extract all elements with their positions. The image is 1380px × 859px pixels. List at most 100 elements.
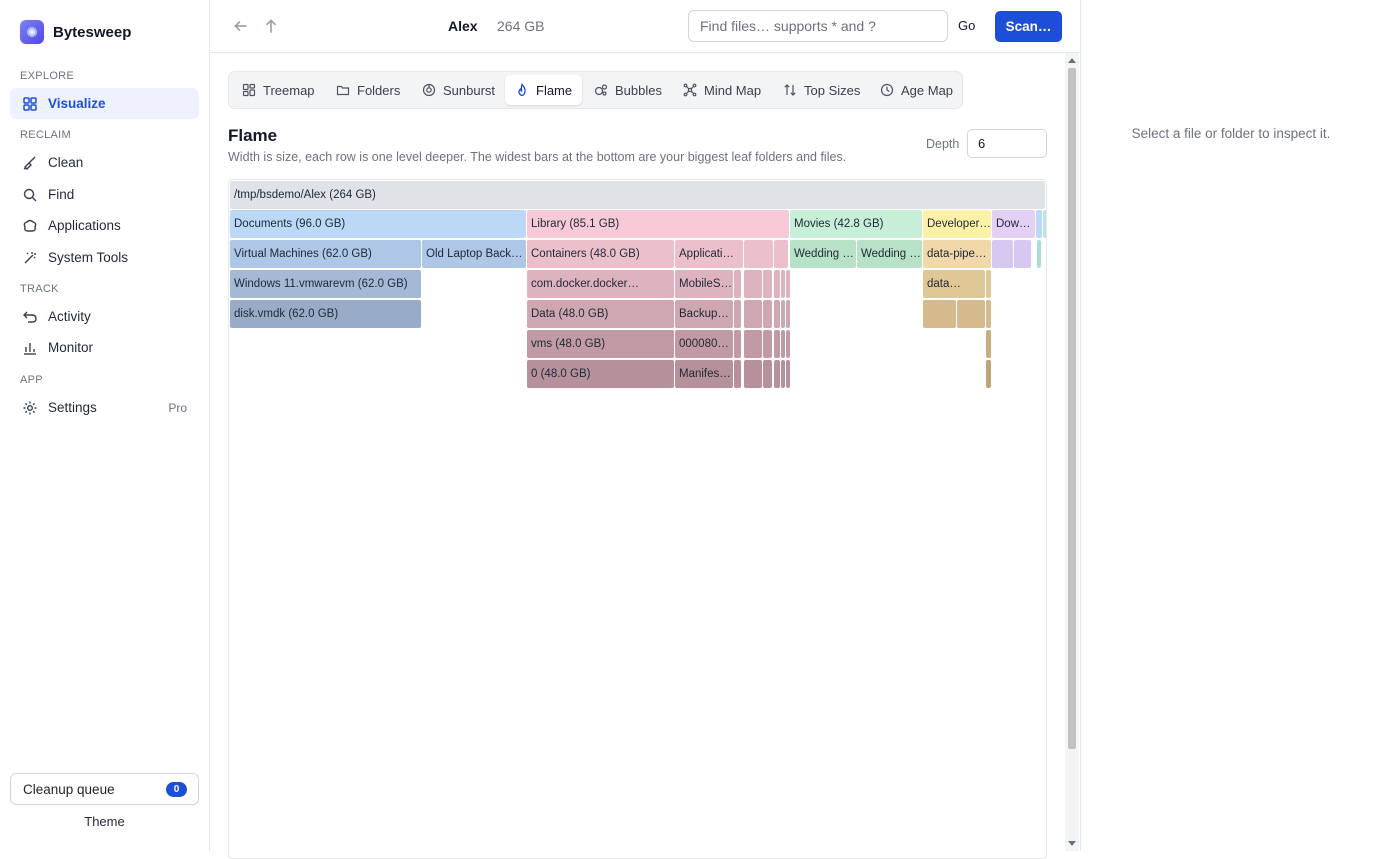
sidebar-item-label: Find — [48, 187, 75, 202]
tab-age-map[interactable]: Age Map — [870, 75, 963, 105]
tab-treemap[interactable]: Treemap — [232, 75, 325, 105]
flame-bar-small[interactable] — [1014, 240, 1031, 268]
flame-bar-data[interactable]: data… — [923, 270, 985, 298]
flame-bar-backup[interactable]: Backup… — [675, 300, 733, 328]
bubbles-icon — [594, 84, 608, 96]
flame-bar-wedding-2[interactable]: Wedding 4… — [857, 240, 922, 268]
flame-bar-backup-id[interactable]: 0000803… — [675, 330, 733, 358]
flame-bar-vms[interactable]: vms (48.0 GB) — [527, 330, 674, 358]
flame-bar-small[interactable] — [774, 300, 780, 328]
flame-bar-small[interactable] — [1036, 210, 1042, 238]
flame-bar-small[interactable] — [781, 360, 785, 388]
flame-bar-small[interactable] — [1037, 240, 1041, 268]
flame-bar-small[interactable] — [734, 300, 741, 328]
flame-bar-small[interactable] — [744, 240, 773, 268]
flame-bar-docker[interactable]: com.docker.docker… — [527, 270, 674, 298]
flame-bar-small[interactable] — [734, 360, 741, 388]
flame-bar-mobilesync[interactable]: MobileS… — [675, 270, 733, 298]
flame-bar-developer[interactable]: Developer… — [923, 210, 991, 238]
flame-bar-downloads[interactable]: Downl… — [992, 210, 1035, 238]
depth-input[interactable] — [967, 129, 1047, 158]
flame-bar-applications[interactable]: Applicati… — [675, 240, 743, 268]
flame-bar-small[interactable] — [744, 300, 762, 328]
app-icon — [23, 219, 37, 232]
flame-bar-small[interactable] — [786, 330, 790, 358]
sidebar-item-system-tools[interactable]: System Tools — [10, 242, 199, 273]
flame-bar-disk-vmdk[interactable]: disk.vmdk (62.0 GB) — [230, 300, 421, 328]
sidebar-item-visualize[interactable]: Visualize — [10, 88, 199, 119]
flame-bar-movies[interactable]: Movies (42.8 GB) — [790, 210, 922, 238]
go-button[interactable]: Go — [958, 18, 975, 33]
clock-icon — [880, 83, 894, 97]
flame-bar-small[interactable] — [986, 330, 991, 358]
flame-bar-small[interactable] — [774, 360, 780, 388]
app-name: Bytesweep — [53, 23, 132, 41]
flame-bar-small[interactable] — [781, 300, 785, 328]
flame-bar-documents[interactable]: Documents (96.0 GB) — [230, 210, 526, 238]
flame-bar-old-laptop-backup[interactable]: Old Laptop Back… — [422, 240, 526, 268]
sidebar-item-monitor[interactable]: Monitor — [10, 332, 199, 363]
flame-bar-small[interactable] — [744, 330, 762, 358]
flame-bar-small[interactable] — [781, 330, 785, 358]
flame-bar-small[interactable] — [774, 240, 788, 268]
search-input[interactable] — [688, 10, 948, 42]
scroll-thumb[interactable] — [1068, 68, 1076, 749]
flame-bar-small[interactable] — [763, 330, 772, 358]
tab-top-sizes[interactable]: Top Sizes — [773, 75, 870, 105]
flame-bar-root[interactable]: /tmp/bsdemo/Alex (264 GB) — [230, 181, 1045, 209]
tab-label: Treemap — [263, 82, 315, 98]
flame-bar-small[interactable] — [986, 360, 991, 388]
flame-bar-wedding-1[interactable]: Wedding 4… — [790, 240, 856, 268]
sidebar-item-applications[interactable]: Applications — [10, 210, 199, 241]
flame-bar-small[interactable] — [763, 360, 772, 388]
flame-bar-virtual-machines[interactable]: Virtual Machines (62.0 GB) — [230, 240, 421, 268]
back-arrow-icon[interactable] — [232, 17, 250, 35]
flame-bar-data-pipeline[interactable]: data-pipe… — [923, 240, 991, 268]
scroll-up-arrow-icon[interactable] — [1068, 58, 1076, 63]
flame-bar-windows-vm[interactable]: Windows 11.vmwarevm (62.0 GB) — [230, 270, 421, 298]
tab-bubbles[interactable]: Bubbles — [584, 75, 672, 105]
flame-bar-small[interactable] — [744, 270, 762, 298]
flame-bar-containers[interactable]: Containers (48.0 GB) — [527, 240, 674, 268]
flame-bar-small[interactable] — [734, 270, 741, 298]
scan-button[interactable]: Scan… — [995, 11, 1062, 42]
flame-bar-small[interactable] — [781, 270, 785, 298]
flame-bar-small[interactable] — [986, 300, 991, 328]
tab-flame[interactable]: Flame — [505, 75, 583, 105]
flame-bar-small[interactable] — [734, 330, 741, 358]
flame-bar-small[interactable] — [744, 360, 762, 388]
flame-bar-manifests[interactable]: Manifes… — [675, 360, 733, 388]
sidebar-item-activity[interactable]: Activity — [10, 301, 199, 332]
scroll-down-arrow-icon[interactable] — [1068, 841, 1076, 846]
sidebar-item-settings[interactable]: Settings Pro — [10, 392, 199, 423]
flame-bar-small[interactable] — [763, 300, 772, 328]
flame-bar-small[interactable] — [786, 300, 790, 328]
main-scrollbar[interactable] — [1065, 53, 1079, 851]
flame-bar-small[interactable] — [786, 270, 790, 298]
flame-bar-zero[interactable]: 0 (48.0 GB) — [527, 360, 674, 388]
flame-bar-library[interactable]: Library (85.1 GB) — [527, 210, 789, 238]
sidebar-item-find[interactable]: Find — [10, 179, 199, 210]
flame-bar-data-folder[interactable]: Data (48.0 GB) — [527, 300, 674, 328]
cleanup-queue-button[interactable]: Cleanup queue 0 — [10, 773, 199, 805]
flame-bar-small[interactable] — [957, 300, 985, 328]
sidebar-item-label: Monitor — [48, 340, 94, 355]
theme-toggle[interactable]: Theme — [10, 814, 199, 829]
up-arrow-icon[interactable] — [262, 17, 280, 35]
flame-bar-small[interactable] — [774, 330, 780, 358]
sidebar-item-label: Settings — [48, 400, 97, 415]
sidebar-item-clean[interactable]: Clean — [10, 147, 199, 178]
sidebar-item-label: System Tools — [48, 250, 129, 265]
flame-bar-small[interactable] — [763, 270, 772, 298]
tab-folders[interactable]: Folders — [326, 75, 410, 105]
flame-bar-small[interactable] — [1043, 210, 1046, 238]
tab-label: Top Sizes — [804, 82, 861, 98]
tab-mind-map[interactable]: Mind Map — [673, 75, 771, 105]
flame-bar-small[interactable] — [923, 300, 956, 328]
flame-bar-small[interactable] — [992, 240, 1013, 268]
flame-bar-small[interactable] — [774, 270, 780, 298]
flame-bar-small[interactable] — [786, 360, 790, 388]
tab-sunburst[interactable]: Sunburst — [412, 75, 505, 105]
broom-icon — [23, 156, 36, 170]
flame-bar-small[interactable] — [986, 270, 991, 298]
